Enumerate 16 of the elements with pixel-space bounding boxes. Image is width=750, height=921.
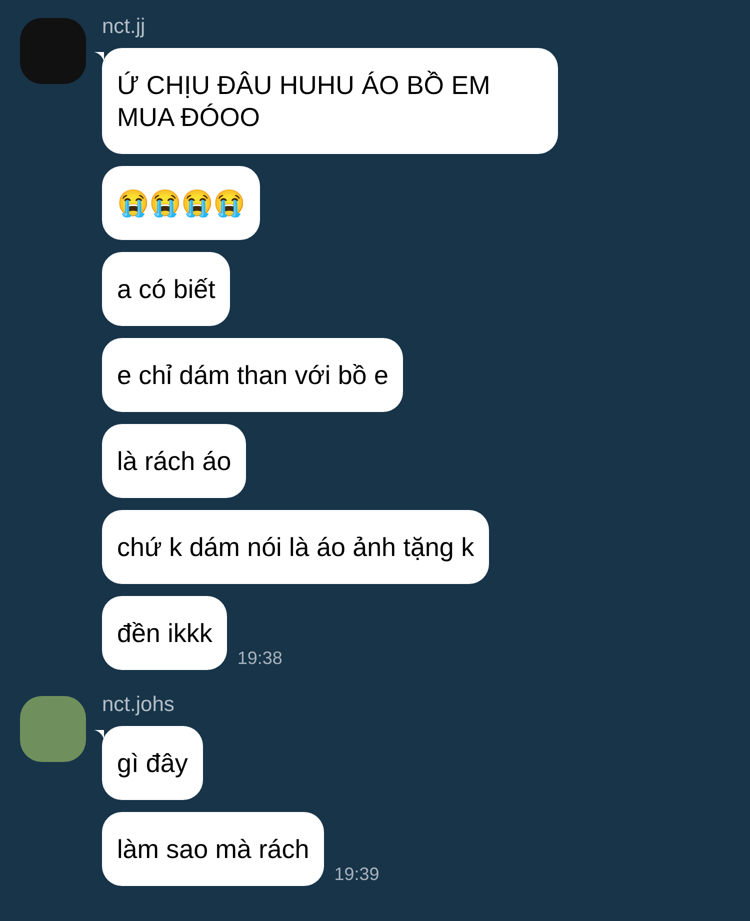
bubble-tail-icon <box>94 730 104 740</box>
message-bubble: e chỉ dám than với bồ e <box>102 338 404 412</box>
message-time: 19:38 <box>237 647 282 670</box>
message-bubble: Ứ CHỊU ĐÂU HUHU ÁO BỒ EM MUA ĐÓOO <box>102 48 558 154</box>
sender-name: nct.jj <box>102 14 146 40</box>
message-time: 19:39 <box>334 863 380 886</box>
sender-name: nct.johs <box>102 692 176 718</box>
message-bubble: a có biết <box>102 252 230 326</box>
message-bubble: đền ikkk <box>102 596 228 670</box>
message-bubble: là rách áo <box>102 424 246 498</box>
message-bubble: gì đây <box>102 726 203 800</box>
bubble-tail-icon <box>94 52 104 62</box>
avatar-photo-placeholder[interactable] <box>20 696 86 762</box>
message-bubble: làm sao mà rách <box>102 812 324 886</box>
message-bubble: chứ k dám nói là áo ảnh tặng k <box>102 510 490 584</box>
message-bubble: 😭😭😭😭 <box>102 166 260 240</box>
